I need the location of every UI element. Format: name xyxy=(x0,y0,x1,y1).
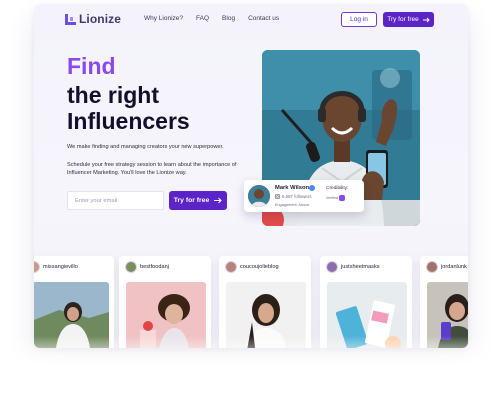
creator-card-header: justsheetmasks xyxy=(326,261,380,273)
avatar xyxy=(248,185,270,207)
creator-handle: justsheetmasks xyxy=(341,264,380,270)
creator-cards-row: missangievillo bestfoodanj coucoujoliebl… xyxy=(34,256,468,348)
nav-link-contact[interactable]: Contact us xyxy=(248,15,279,22)
nav-link-why-lionize[interactable]: Why Lionize? xyxy=(144,15,183,22)
arrow-right-icon xyxy=(214,197,222,204)
try-for-free-hero-button[interactable]: Try for free xyxy=(169,191,227,210)
creator-handle: coucoujolieblog xyxy=(240,264,279,270)
nav-link-faq[interactable]: FAQ xyxy=(196,15,209,22)
verified-check-icon xyxy=(309,185,315,191)
avatar xyxy=(426,261,438,273)
avatar xyxy=(125,261,137,273)
influencer-name: Mark Wilson xyxy=(275,185,310,191)
email-input[interactable]: Enter your email xyxy=(67,191,164,210)
creator-card[interactable]: missangievillo xyxy=(34,256,114,348)
try-for-free-nav-label: Try for free xyxy=(387,16,419,23)
creator-card[interactable]: coucoujolieblog xyxy=(219,256,311,348)
hero-title-find: Find xyxy=(67,53,116,79)
creator-handle: bestfoodanj xyxy=(140,264,169,270)
nav-links: Why Lionize? FAQ Blog Contact us xyxy=(144,15,279,22)
followers-row: 6,587 followers xyxy=(275,194,312,199)
creator-card[interactable]: bestfoodanj xyxy=(119,256,211,348)
verified-label: Verified xyxy=(326,196,338,200)
creator-card[interactable]: justsheetmasks xyxy=(320,256,412,348)
hero-title-line2: the right xyxy=(67,82,159,108)
browser-frame: Lionize Why Lionize? FAQ Blog Contact us… xyxy=(34,4,468,348)
logo[interactable]: Lionize xyxy=(65,12,121,26)
creator-handle: jordanlunk xyxy=(441,264,467,270)
hero-title-line3: Influencers xyxy=(67,108,190,134)
credibility-label: Credibility: xyxy=(326,186,349,191)
followers-count: 6,587 followers xyxy=(282,194,312,199)
creator-card-header: jordanlunk xyxy=(426,261,467,273)
try-for-free-nav-button[interactable]: Try for free xyxy=(383,12,434,27)
avatar xyxy=(34,261,40,273)
login-button[interactable]: Log in xyxy=(341,12,377,27)
creator-card-header: missangievillo xyxy=(34,261,78,273)
hero-subtitle: We make finding and managing creators yo… xyxy=(67,144,224,150)
avatar xyxy=(225,261,237,273)
lionize-logo-icon xyxy=(65,13,76,25)
arrow-right-icon xyxy=(422,17,430,22)
top-navigation: Lionize Why Lionize? FAQ Blog Contact us… xyxy=(34,4,468,34)
try-for-free-hero-label: Try for free xyxy=(173,197,210,204)
creator-handle: missangievillo xyxy=(43,264,78,270)
creator-card-header: coucoujolieblog xyxy=(225,261,279,273)
bottom-fade xyxy=(0,336,500,408)
influencer-card[interactable]: Mark Wilson 6,587 followers Engagement: … xyxy=(244,180,364,212)
nav-link-blog[interactable]: Blog xyxy=(222,15,235,22)
credibility-badge xyxy=(339,195,345,201)
creator-card[interactable]: jordanlunk xyxy=(420,256,468,348)
avatar xyxy=(326,261,338,273)
hero-body: Schedule your free strategy session to l… xyxy=(67,162,237,176)
logo-text: Lionize xyxy=(79,12,122,26)
instagram-icon xyxy=(275,194,280,199)
engagement-label: Engagement: Above xyxy=(275,203,310,207)
creator-card-header: bestfoodanj xyxy=(125,261,169,273)
